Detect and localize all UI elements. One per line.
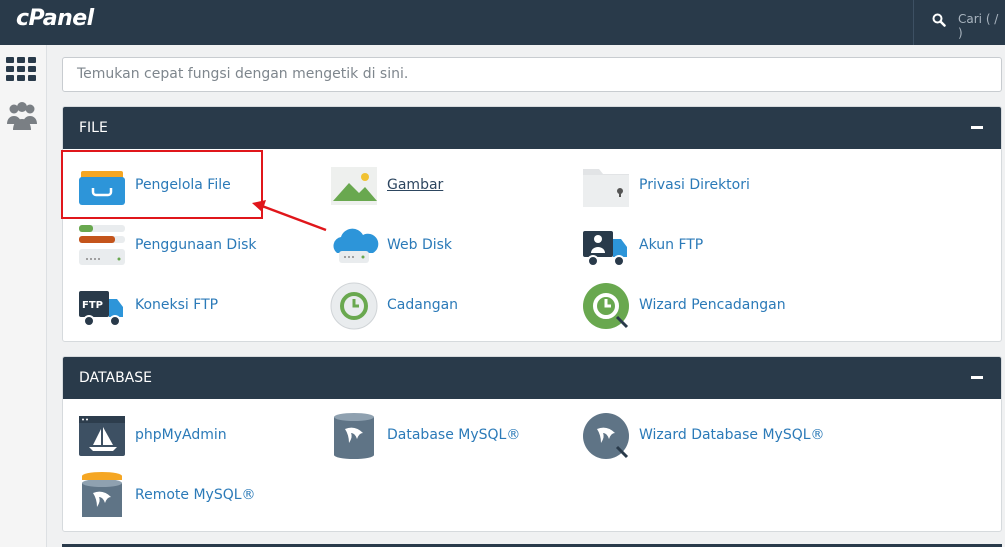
highlight-box bbox=[61, 150, 263, 219]
phpmyadmin-icon bbox=[79, 416, 125, 456]
item-label[interactable]: Web Disk bbox=[387, 237, 452, 253]
item-label[interactable]: phpMyAdmin bbox=[135, 427, 227, 443]
panel-title: FILE bbox=[79, 120, 108, 136]
item-label[interactable]: Remote MySQL® bbox=[135, 487, 256, 503]
ftp-connections-icon: FTP bbox=[79, 291, 123, 327]
item-label[interactable]: Wizard Pencadangan bbox=[639, 297, 786, 313]
collapse-icon[interactable] bbox=[971, 126, 983, 129]
backup-icon bbox=[330, 282, 378, 330]
quick-find-input[interactable]: Temukan cepat fungsi dengan mengetik di … bbox=[62, 57, 1002, 92]
grid-icon[interactable] bbox=[6, 57, 36, 81]
images-icon bbox=[331, 167, 377, 205]
item-label[interactable]: Penggunaan Disk bbox=[135, 237, 257, 253]
backup-wizard-icon bbox=[583, 283, 629, 329]
search-label[interactable]: Cari ( / ) bbox=[958, 12, 1005, 40]
panel-title: DATABASE bbox=[79, 370, 152, 386]
cpanel-logo[interactable]: cPanel bbox=[16, 6, 94, 31]
web-disk-icon bbox=[333, 228, 379, 263]
file-panel: FILE Pengelola File Gambar Privasi Direk… bbox=[62, 106, 1002, 342]
file-panel-header[interactable]: FILE bbox=[63, 107, 1001, 149]
divider bbox=[913, 0, 914, 45]
directory-privacy-icon bbox=[583, 169, 629, 207]
directory-privacy-item[interactable]: Privasi Direktori bbox=[567, 161, 807, 211]
item-label[interactable]: Gambar bbox=[387, 177, 443, 193]
sidebar bbox=[0, 45, 47, 547]
ftp-accounts-icon bbox=[583, 231, 627, 267]
mysql-database-item[interactable]: Database MySQL® bbox=[315, 411, 555, 461]
web-disk-item[interactable]: Web Disk bbox=[315, 221, 555, 271]
users-icon[interactable] bbox=[6, 100, 38, 132]
top-bar: cPanel Cari ( / ) bbox=[0, 0, 1005, 45]
collapse-icon[interactable] bbox=[971, 376, 983, 379]
backup-wizard-item[interactable]: Wizard Pencadangan bbox=[567, 281, 807, 331]
search-icon[interactable] bbox=[932, 13, 946, 27]
mysql-wizard-icon bbox=[583, 413, 629, 459]
mysql-database-icon bbox=[334, 413, 374, 459]
disk-usage-item[interactable]: Penggunaan Disk bbox=[63, 221, 303, 271]
database-panel-header[interactable]: DATABASE bbox=[63, 357, 1001, 399]
item-label[interactable]: Privasi Direktori bbox=[639, 177, 750, 193]
item-label[interactable]: Database MySQL® bbox=[387, 427, 520, 443]
backup-item[interactable]: Cadangan bbox=[315, 281, 555, 331]
item-label[interactable]: Akun FTP bbox=[639, 237, 703, 253]
phpmyadmin-item[interactable]: phpMyAdmin bbox=[63, 411, 303, 461]
item-label[interactable]: Cadangan bbox=[387, 297, 458, 313]
remote-mysql-icon bbox=[82, 472, 122, 517]
images-item[interactable]: Gambar bbox=[315, 161, 555, 211]
item-label[interactable]: Koneksi FTP bbox=[135, 297, 218, 313]
disk-usage-icon bbox=[79, 225, 125, 265]
mysql-wizard-item[interactable]: Wizard Database MySQL® bbox=[567, 411, 825, 461]
svg-text:FTP: FTP bbox=[82, 300, 103, 311]
remote-mysql-item[interactable]: Remote MySQL® bbox=[63, 471, 303, 521]
database-panel: DATABASE phpMyAdmin Database MySQL® Wiza… bbox=[62, 356, 1002, 532]
ftp-connections-item[interactable]: FTP Koneksi FTP bbox=[63, 281, 303, 331]
item-label[interactable]: Wizard Database MySQL® bbox=[639, 427, 825, 443]
ftp-accounts-item[interactable]: Akun FTP bbox=[567, 221, 807, 271]
